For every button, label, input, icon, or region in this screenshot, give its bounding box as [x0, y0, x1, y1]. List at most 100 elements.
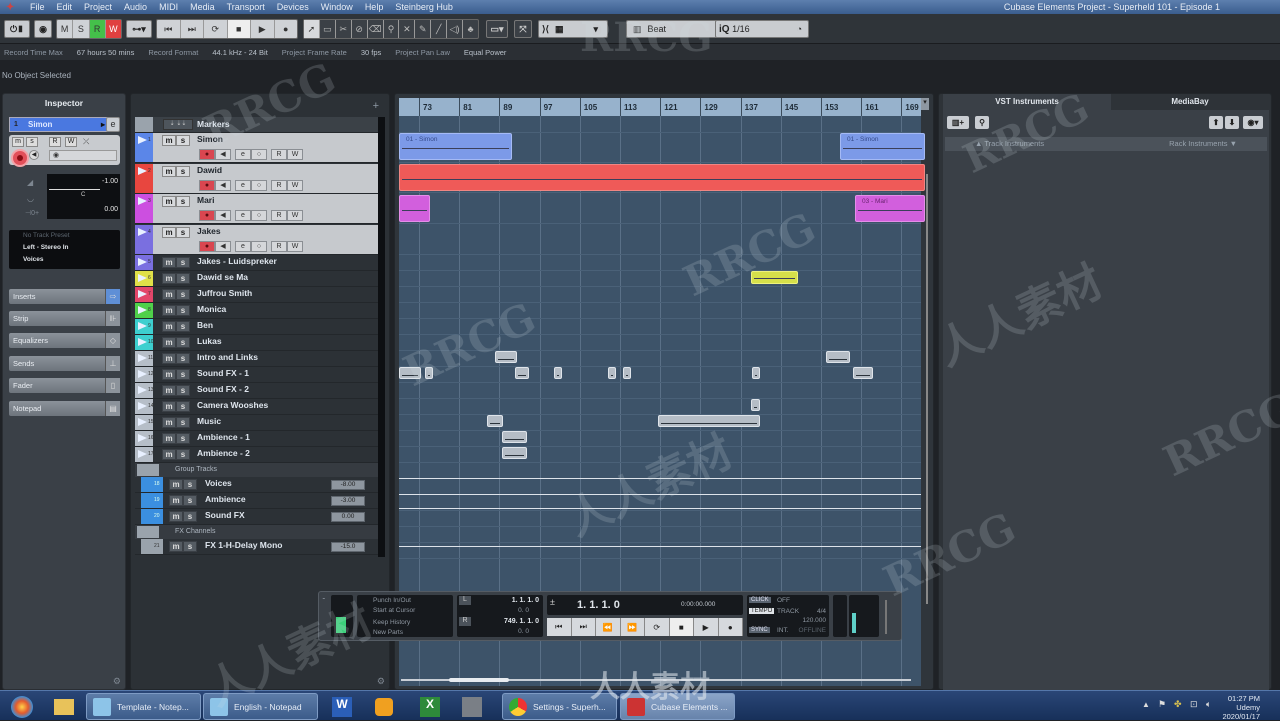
- zoom-tool-icon[interactable]: ⚲: [384, 20, 400, 38]
- record-enable-button[interactable]: ●: [199, 240, 215, 252]
- auto-scroll-button[interactable]: ⤧: [514, 20, 532, 38]
- track-name[interactable]: Sound FX - 2: [197, 384, 249, 394]
- mute-button[interactable]: m: [162, 337, 176, 348]
- edit-channel-button[interactable]: e: [235, 240, 251, 252]
- inspector-volume-slider[interactable]: [49, 189, 100, 190]
- tab-vst-instruments[interactable]: VST Instruments: [943, 94, 1111, 110]
- go-to-next-icon[interactable]: ⏭: [181, 20, 204, 38]
- mute-button[interactable]: m: [169, 479, 183, 490]
- menu-help[interactable]: Help: [365, 2, 384, 12]
- search-icon[interactable]: ⚲: [975, 116, 989, 129]
- solo-button[interactable]: s: [183, 541, 197, 552]
- solo-button[interactable]: s: [176, 165, 190, 177]
- marker-buttons[interactable]: ⇣ ⇣⇣: [163, 119, 193, 130]
- mute-mode-button[interactable]: M: [57, 20, 74, 38]
- taskbar-excel[interactable]: X: [410, 693, 450, 720]
- mute-button[interactable]: m: [162, 369, 176, 380]
- mute-button[interactable]: m: [162, 289, 176, 300]
- vertical-zoom-slider[interactable]: [923, 124, 931, 664]
- record-enable-button[interactable]: ●: [199, 149, 215, 160]
- track-name[interactable]: Dawid: [197, 165, 222, 175]
- audio-track-jakes[interactable]: 4 ms Jakes ● ◀ e ○ R W: [135, 224, 379, 255]
- track-name[interactable]: Ambience - 1: [197, 432, 250, 442]
- track-color-strip[interactable]: 12: [135, 367, 154, 382]
- keep-history[interactable]: Keep History: [373, 619, 410, 626]
- sync-label[interactable]: SYNC: [749, 627, 770, 633]
- fx-channels-folder[interactable]: FX Channels: [135, 525, 379, 539]
- inspector-monitor-button[interactable]: ◀: [29, 150, 39, 160]
- track-name[interactable]: Monica: [197, 304, 226, 314]
- new-parts[interactable]: New Parts: [373, 629, 403, 636]
- quantize-select[interactable]: iQ 1/16 ◔: [715, 20, 809, 38]
- audio-track-dawid[interactable]: 2 ms Dawid ● ◀ e ○ R W: [135, 163, 379, 194]
- event-sfx1[interactable]: [515, 367, 529, 379]
- system-clock[interactable]: 01:27 PM Udemy 2020/01/17: [1222, 694, 1260, 721]
- cycle-toggle-icon[interactable]: ⟳: [645, 618, 670, 636]
- track-name[interactable]: Ambience - 2: [197, 448, 250, 458]
- inspector-section-fader[interactable]: Fader ▯: [9, 378, 120, 393]
- event-simon-2[interactable]: 01 - Simon: [840, 133, 925, 160]
- inspector-lanes-button[interactable]: ◉: [49, 150, 117, 161]
- event-sfx1[interactable]: [399, 367, 421, 379]
- nudge-plus-minus-icon[interactable]: ±: [550, 597, 555, 607]
- event-dawid[interactable]: [399, 164, 925, 191]
- mute-button[interactable]: m: [162, 433, 176, 444]
- track-name[interactable]: Music: [197, 416, 221, 426]
- event-sfx1[interactable]: [425, 367, 433, 379]
- track-row[interactable]: 12 ms Sound FX - 1: [135, 367, 379, 383]
- fx-volume[interactable]: -15.0: [331, 542, 365, 552]
- group-volume[interactable]: -3.00: [331, 496, 365, 506]
- track-name[interactable]: Ambience: [205, 494, 246, 504]
- edit-channel-settings-button[interactable]: e: [106, 117, 120, 132]
- track-color-strip[interactable]: 17: [135, 447, 154, 462]
- solo-button[interactable]: s: [183, 511, 197, 522]
- event-sfx1[interactable]: [608, 367, 616, 379]
- input-routing-field[interactable]: Left - Stereo In: [9, 242, 120, 254]
- inspector-freeze-icon[interactable]: ⤫: [83, 137, 97, 147]
- event-intro[interactable]: [495, 351, 517, 363]
- play-tool-icon[interactable]: ◁): [447, 20, 464, 38]
- glue-tool-icon[interactable]: ⊘: [352, 20, 368, 38]
- network-icon[interactable]: ⊡: [1190, 699, 1198, 710]
- volume-icon[interactable]: 🔈︎: [1206, 699, 1211, 710]
- track-color-strip[interactable]: 6: [135, 271, 153, 286]
- edit-channel-button[interactable]: e: [235, 210, 251, 221]
- track-row[interactable]: 6 ms Dawid se Ma: [135, 271, 379, 287]
- punch-in-out[interactable]: Punch In/Out: [373, 597, 411, 604]
- tempo-label[interactable]: TEMPO: [749, 608, 775, 614]
- frame-rate-value[interactable]: 30 fps: [361, 48, 381, 57]
- transport-stop-icon[interactable]: ■: [669, 618, 694, 636]
- solo-button[interactable]: s: [176, 289, 190, 300]
- event-ambience2[interactable]: [502, 447, 527, 459]
- write-button[interactable]: W: [287, 210, 303, 221]
- solo-button[interactable]: s: [176, 226, 190, 238]
- settings-menu-icon[interactable]: ◉▾: [1243, 116, 1263, 129]
- solo-button[interactable]: s: [176, 273, 190, 284]
- automation-line[interactable]: [399, 494, 921, 495]
- menu-project[interactable]: Project: [84, 2, 112, 12]
- taskbar-cubase[interactable]: Cubase Elements ...: [620, 693, 735, 720]
- mute-button[interactable]: m: [162, 305, 176, 316]
- event-sfx1[interactable]: [623, 367, 631, 379]
- track-row[interactable]: 8 ms Monica: [135, 303, 379, 319]
- tempo-value[interactable]: 120.000: [803, 617, 827, 624]
- inspector-section-sends[interactable]: Sends ⊥: [9, 356, 120, 371]
- inspector-track-name[interactable]: 1 Simon ▸: [9, 117, 109, 132]
- taskbar-app[interactable]: [452, 693, 492, 720]
- track-row[interactable]: 7 ms Juffrou Smith: [135, 287, 379, 303]
- tab-mediabay[interactable]: MediaBay: [1111, 94, 1269, 110]
- track-row[interactable]: 9 ms Ben: [135, 319, 379, 335]
- menu-devices[interactable]: Devices: [277, 2, 309, 12]
- primary-time-display[interactable]: 1. 1. 1. 0: [577, 599, 620, 611]
- go-to-end-icon[interactable]: ⏭: [571, 618, 596, 636]
- mute-button[interactable]: m: [169, 495, 183, 506]
- solo-button[interactable]: s: [176, 257, 190, 268]
- right-locator-value[interactable]: 749. 1. 1. 0: [504, 618, 539, 625]
- track-color-strip[interactable]: 8: [135, 303, 153, 318]
- fx-channel-row[interactable]: 21 ms FX 1-H-Delay Mono -15.0: [135, 539, 379, 555]
- track-row[interactable]: 16 ms Ambience - 1: [135, 431, 379, 447]
- track-color-strip[interactable]: 1: [135, 133, 153, 162]
- inspector-pan-value[interactable]: 0.00: [104, 206, 118, 213]
- inspector-section-strip[interactable]: Strip ⊪: [9, 311, 120, 326]
- mute-button[interactable]: m: [162, 385, 176, 396]
